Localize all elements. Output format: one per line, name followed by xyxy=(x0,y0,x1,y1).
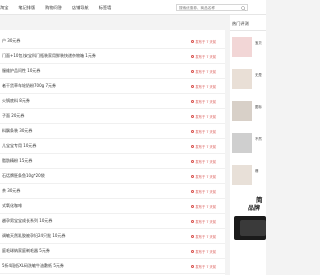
list-item-time: 发布于 7 天前 xyxy=(191,234,216,239)
list-item[interactable]: 石话牌胚条鱼10g*20袋 发布于 7 天前 xyxy=(0,169,225,184)
list-item[interactable]: 服维护品问性 10元券 发布于 7 天前 xyxy=(0,64,225,79)
sidebar-item-caption[interactable]: 不然 xyxy=(255,137,267,142)
list-item-time: 发布于 7 天前 xyxy=(191,144,216,149)
sidebar-item-caption[interactable]: 宝贝 xyxy=(255,41,267,46)
list-item-title[interactable]: 茶 30元券 xyxy=(2,188,182,194)
list-item[interactable]: 者干货草车轮奶粉700g 7元券 发布于 7 天前 xyxy=(0,79,225,94)
product-thumbnail[interactable] xyxy=(232,37,252,57)
list-item[interactable]: 门面+10包)安宝科门瓶装家用鲜装快递杂物箱 1元券 发布于 7 天前 xyxy=(0,49,225,64)
list-item-title[interactable]: 户 30元券 xyxy=(2,38,182,44)
list-item[interactable]: 越孕男宝宝成长系列 10元券 发布于 7 天前 xyxy=(0,214,225,229)
sidebar-item[interactable]: 爆 xyxy=(232,165,266,185)
list-item-time: 发布于 7 天前 xyxy=(191,84,216,89)
sidebar-item[interactable]: 不然 xyxy=(232,133,266,153)
clock-icon xyxy=(191,129,195,134)
list-item-time: 发布于 7 天前 xyxy=(191,39,216,44)
list-item-title[interactable]: 调敏天然乳胶被孕妇24只批 10元券 xyxy=(2,233,182,239)
clock-icon xyxy=(191,249,195,254)
brand-ad-banner[interactable]: 简 品牌 xyxy=(230,190,266,245)
nav-item-taobao[interactable]: 淘宝 xyxy=(0,5,8,11)
search-box xyxy=(176,4,248,11)
main-nav: 淘宝 笔记排版 购物问答 店铺导航 标签墙 xyxy=(0,0,121,15)
list-item-time: 发布于 7 天前 xyxy=(191,54,216,59)
clock-icon xyxy=(191,234,195,239)
list-item-time: 发布于 7 天前 xyxy=(191,159,216,164)
list-item-time: 发布于 7 天前 xyxy=(191,99,216,104)
clock-icon xyxy=(191,144,195,149)
list-item-title[interactable]: 门面+10包)安宝科门瓶装家用鲜装快递杂物箱 1元券 xyxy=(2,53,182,59)
nav-item-tags[interactable]: 标签墙 xyxy=(99,5,112,11)
clock-icon xyxy=(191,114,195,119)
list-item-title[interactable]: 越孕男宝宝成长系列 10元券 xyxy=(2,218,182,224)
list-item-time: 发布于 7 天前 xyxy=(191,189,216,194)
list-item-time: 发布于 7 天前 xyxy=(191,249,216,254)
list-item-title[interactable]: 服维护品问性 10元券 xyxy=(2,68,182,74)
list-item[interactable]: 脂肪精粉 15元券 发布于 7 天前 xyxy=(0,154,225,169)
list-item[interactable]: 儿宝宝专用 10元券 发布于 7 天前 xyxy=(0,139,225,154)
list-item-time: 发布于 7 天前 xyxy=(191,129,216,134)
product-thumbnail[interactable] xyxy=(232,133,252,153)
list-item-time: 发布于 7 天前 xyxy=(191,204,216,209)
list-item[interactable]: 子面 20元券 发布于 7 天前 xyxy=(0,109,225,124)
sidebar-item-caption[interactable]: 无是 xyxy=(255,73,267,78)
product-thumbnail[interactable] xyxy=(232,101,252,121)
nav-item-notes[interactable]: 笔记排版 xyxy=(18,5,35,11)
list-item[interactable]: 茶 30元券 发布于 7 天前 xyxy=(0,184,225,199)
nav-item-shops[interactable]: 店铺导航 xyxy=(72,5,89,11)
list-item-title[interactable]: 石话牌胚条鱼10g*20袋 xyxy=(2,173,182,179)
search-icon[interactable] xyxy=(241,6,246,11)
list-item[interactable]: 5折4段低XL码洗敏牛油敷纸 5元券 发布于 7 天前 xyxy=(0,259,225,274)
list-item[interactable]: 庭毛球纳家庭剃毛器 5元券 发布于 7 天前 xyxy=(0,244,225,259)
clock-icon xyxy=(191,69,195,74)
list-item-time: 发布于 7 天前 xyxy=(191,264,216,269)
list-item-title[interactable]: 料飘条装 30元券 xyxy=(2,128,182,134)
clock-icon xyxy=(191,264,195,269)
sidebar-item-caption[interactable]: 爆 xyxy=(255,169,267,174)
clock-icon xyxy=(191,204,195,209)
clock-icon xyxy=(191,219,195,224)
coupon-list: 户 30元券 发布于 7 天前 门面+10包)安宝科门瓶装家用鲜装快递杂物箱 1元… xyxy=(0,30,225,275)
clock-icon xyxy=(191,84,195,89)
sidebar-title: 热门评测 xyxy=(232,21,249,26)
list-item[interactable]: 调敏天然乳胶被孕妇24只批 10元券 发布于 7 天前 xyxy=(0,229,225,244)
nav-item-qa[interactable]: 购物问答 xyxy=(45,5,62,11)
list-item-time: 发布于 7 天前 xyxy=(191,114,216,119)
list-item-time: 发布于 7 天前 xyxy=(191,69,216,74)
list-item[interactable]: 式氧化咖啡 发布于 7 天前 xyxy=(0,199,225,214)
list-item-title[interactable]: 脂肪精粉 15元券 xyxy=(2,158,182,164)
clock-icon xyxy=(191,54,195,59)
list-item-title[interactable]: 式氧化咖啡 xyxy=(2,203,182,209)
list-item-title[interactable]: 子面 20元券 xyxy=(2,113,182,119)
list-item-time: 发布于 7 天前 xyxy=(191,174,216,179)
product-thumbnail[interactable] xyxy=(232,69,252,89)
clock-icon xyxy=(191,189,195,194)
search-input[interactable] xyxy=(177,4,239,11)
clock-icon xyxy=(191,99,195,104)
ad-image-detail xyxy=(240,220,266,236)
product-thumbnail[interactable] xyxy=(232,165,252,185)
divider xyxy=(230,30,266,31)
sidebar-item[interactable]: 图标 xyxy=(232,101,266,121)
list-item[interactable]: 料飘条装 30元券 发布于 7 天前 xyxy=(0,124,225,139)
list-item-title[interactable]: 5折4段低XL码洗敏牛油敷纸 5元券 xyxy=(2,263,182,269)
list-item-title[interactable]: 儿宝宝专用 10元券 xyxy=(2,143,182,149)
list-item-title[interactable]: 庭毛球纳家庭剃毛器 5元券 xyxy=(2,248,182,254)
list-item-time: 发布于 7 天前 xyxy=(191,219,216,224)
clock-icon xyxy=(191,174,195,179)
list-item[interactable]: 火锅底料 8元券 发布于 7 天前 xyxy=(0,94,225,109)
list-item[interactable]: 户 30元券 发布于 7 天前 xyxy=(0,34,225,49)
list-item-title[interactable]: 者干货草车轮奶粉700g 7元券 xyxy=(2,83,182,89)
sidebar-item[interactable]: 无是 xyxy=(232,69,266,89)
clock-icon xyxy=(191,39,195,44)
list-item-title[interactable]: 火锅底料 8元券 xyxy=(2,98,182,104)
clock-icon xyxy=(191,159,195,164)
ad-subheadline: 品牌 xyxy=(248,205,261,212)
sidebar-item[interactable]: 宝贝 xyxy=(232,37,266,57)
sidebar-item-caption[interactable]: 图标 xyxy=(255,105,267,110)
top-bar: 淘宝 笔记排版 购物问答 店铺导航 标签墙 xyxy=(0,0,266,15)
